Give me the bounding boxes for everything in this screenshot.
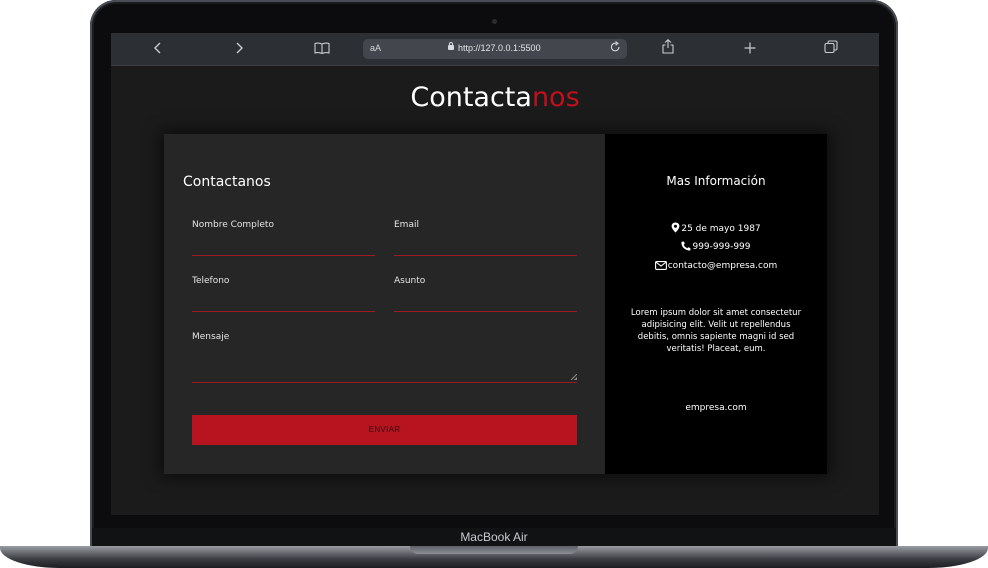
subject-input-underline[interactable] (394, 311, 577, 312)
contact-form: Contactanos Nombre Completo Email Telefo… (164, 134, 605, 474)
phone-input-underline[interactable] (192, 311, 375, 312)
name-label: Nombre Completo (192, 220, 274, 230)
email-input-underline[interactable] (394, 255, 577, 256)
phone-field[interactable]: Telefono (192, 276, 375, 313)
chevron-left-icon (154, 42, 161, 54)
envelope-icon (654, 261, 667, 270)
email-label: Email (394, 220, 419, 230)
page-title-main: Contacta (410, 82, 532, 113)
address-text: 25 de mayo 1987 (681, 224, 761, 234)
text-size-button[interactable]: aA (370, 43, 381, 53)
map-pin-icon (671, 222, 680, 233)
address-bar[interactable]: aA http://127.0.0.1:5500 (363, 39, 627, 59)
phone-icon (681, 241, 691, 251)
message-textarea-underline[interactable] (192, 382, 577, 383)
website-link[interactable]: empresa.com (605, 403, 827, 413)
name-input-underline[interactable] (192, 255, 375, 256)
device-brand: MacBook Air (460, 530, 528, 544)
phone-text: 999-999-999 (692, 242, 751, 252)
email-text[interactable]: contacto@empresa.com (668, 261, 778, 271)
page-title: Contactanos (111, 82, 879, 113)
url-text: http://127.0.0.1:5500 (458, 43, 541, 53)
forward-button[interactable] (227, 39, 251, 59)
info-heading: Mas Información (666, 174, 766, 188)
share-icon (662, 39, 674, 54)
reload-icon[interactable] (610, 41, 621, 56)
name-field[interactable]: Nombre Completo (192, 220, 375, 257)
screen: aA http://127.0.0.1:5500 Contactanos Con… (111, 33, 879, 515)
phone-line: 999-999-999 (605, 241, 827, 252)
contact-card: Contactanos Nombre Completo Email Telefo… (164, 134, 827, 474)
message-label: Mensaje (192, 332, 230, 342)
back-button[interactable] (146, 39, 170, 59)
textarea-resize-handle[interactable] (571, 374, 577, 380)
lock-icon (448, 42, 454, 50)
share-button[interactable] (656, 39, 680, 59)
camera (492, 19, 497, 24)
tabs-overview-button[interactable] (819, 39, 843, 59)
laptop-notch (410, 546, 578, 554)
form-heading: Contactanos (183, 174, 271, 190)
plus-icon (744, 42, 756, 54)
subject-label: Asunto (394, 276, 426, 286)
tabs-icon (824, 40, 838, 54)
reader-button[interactable] (310, 39, 334, 59)
email-field[interactable]: Email (394, 220, 577, 257)
page-title-accent: nos (531, 82, 580, 113)
info-panel: Mas Información 25 de mayo 1987 999-999-… (605, 134, 827, 474)
email-line: contacto@empresa.com (605, 261, 827, 271)
subject-field[interactable]: Asunto (394, 276, 577, 313)
book-icon (314, 42, 330, 55)
message-field[interactable]: Mensaje (192, 332, 577, 384)
chevron-right-icon (236, 42, 243, 54)
browser-toolbar: aA http://127.0.0.1:5500 (111, 33, 879, 66)
submit-button[interactable]: ENVIAR (192, 415, 577, 445)
phone-label: Telefono (192, 276, 230, 286)
info-description: Lorem ipsum dolor sit amet consectetur a… (630, 308, 802, 354)
new-tab-button[interactable] (738, 39, 762, 59)
address-line: 25 de mayo 1987 (605, 222, 827, 234)
